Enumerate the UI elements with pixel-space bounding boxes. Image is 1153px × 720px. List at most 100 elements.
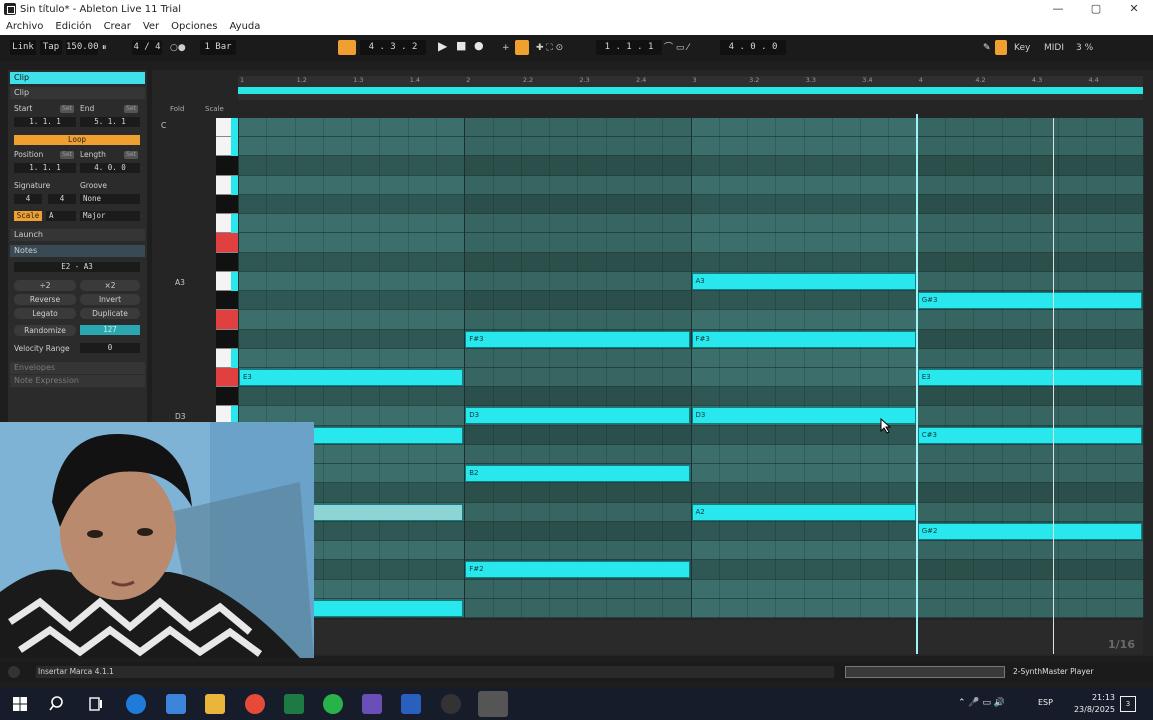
metronome-icon[interactable]: ⏸ bbox=[102, 41, 107, 55]
clip-section-header[interactable]: Clip bbox=[10, 87, 145, 99]
obs-icon[interactable] bbox=[441, 694, 461, 714]
system-clock[interactable]: 21:13 23/8/2025 bbox=[1074, 692, 1115, 716]
randomize-button[interactable]: Randomize bbox=[14, 325, 76, 336]
midi-note[interactable]: F#3 bbox=[465, 330, 690, 348]
metronome-toggle-icon[interactable]: ○● bbox=[170, 41, 186, 55]
menu-ayuda[interactable]: Ayuda bbox=[230, 21, 261, 32]
velocity-range-field[interactable]: 0 bbox=[80, 343, 140, 353]
position-field[interactable]: 1. 1. 1 bbox=[14, 163, 76, 173]
word-icon[interactable] bbox=[401, 694, 421, 714]
midi-note[interactable]: B2 bbox=[465, 465, 690, 483]
piano-key[interactable] bbox=[216, 368, 238, 388]
position-set-button[interactable]: Set bbox=[60, 151, 74, 159]
link-button[interactable]: Link bbox=[10, 40, 36, 55]
arrangement-position-field[interactable]: 4 . 3 . 2 bbox=[360, 40, 426, 55]
follow-button[interactable] bbox=[338, 40, 356, 55]
menu-crear[interactable]: Crear bbox=[104, 21, 131, 32]
stop-icon[interactable]: ■ bbox=[456, 39, 466, 53]
start-field[interactable]: 1. 1. 1 bbox=[14, 117, 76, 127]
double-time-button[interactable]: ×2 bbox=[80, 280, 140, 291]
midi-note[interactable]: D3 bbox=[465, 407, 690, 425]
envelopes-section-header[interactable]: Envelopes bbox=[10, 362, 145, 374]
overdub-icon[interactable]: + bbox=[502, 41, 510, 55]
duplicate-button[interactable]: Duplicate bbox=[80, 308, 140, 319]
midi-note[interactable]: G#3 bbox=[917, 292, 1142, 310]
scale-toggle[interactable]: Scale bbox=[205, 105, 224, 113]
loop-brace[interactable] bbox=[238, 87, 1143, 94]
task-view-icon[interactable] bbox=[86, 694, 106, 714]
menu-opciones[interactable]: Opciones bbox=[171, 21, 217, 32]
launch-section-header[interactable]: Launch bbox=[10, 229, 145, 241]
maximize-button[interactable]: ▢ bbox=[1077, 0, 1115, 18]
legato-button[interactable]: Legato bbox=[14, 308, 76, 319]
scale-root-select[interactable]: A bbox=[46, 211, 76, 221]
loop-start-field[interactable]: 1 . 1 . 1 bbox=[596, 40, 662, 55]
midi-note[interactable]: C#3 bbox=[917, 426, 1142, 444]
piano-key[interactable] bbox=[216, 329, 238, 349]
track-scroll-bar[interactable] bbox=[845, 666, 1005, 678]
whatsapp-icon[interactable] bbox=[323, 694, 343, 714]
signature-denominator[interactable]: 4 bbox=[48, 194, 76, 204]
note-expression-section-header[interactable]: Note Expression bbox=[10, 375, 145, 387]
windows-start-icon[interactable] bbox=[10, 694, 30, 714]
scale-mode-select[interactable]: Major bbox=[80, 211, 140, 221]
length-field[interactable]: 4. 0. 0 bbox=[80, 163, 140, 173]
scale-button[interactable]: Scale bbox=[14, 211, 42, 221]
half-time-button[interactable]: ÷2 bbox=[14, 280, 76, 291]
tap-tempo-button[interactable]: Tap bbox=[40, 40, 62, 55]
selected-track-name[interactable]: 2-SynthMaster Player bbox=[1013, 666, 1123, 678]
search-icon[interactable] bbox=[48, 694, 68, 714]
notification-center-icon[interactable]: 3 bbox=[1120, 696, 1136, 712]
punch-in-icon[interactable]: ⌒ ▭ ⁄ bbox=[664, 41, 689, 55]
start-set-button[interactable]: Set bbox=[60, 105, 74, 113]
input-language[interactable]: ESP bbox=[1038, 698, 1053, 707]
groove-select[interactable]: None bbox=[80, 194, 140, 204]
ableton-live-taskbar-icon[interactable] bbox=[478, 691, 508, 717]
file-explorer-icon[interactable] bbox=[205, 694, 225, 714]
info-toggle-icon[interactable] bbox=[8, 666, 20, 678]
tray-icons[interactable]: ⌃ 🎤 ▭ 🔊 bbox=[958, 698, 1005, 708]
loop-button[interactable]: Loop bbox=[14, 135, 140, 145]
store-icon[interactable] bbox=[166, 694, 186, 714]
fold-button[interactable]: Fold bbox=[170, 105, 184, 113]
signature-numerator[interactable]: 4 bbox=[14, 194, 42, 204]
midi-note[interactable]: G#2 bbox=[917, 522, 1142, 540]
piano-key[interactable] bbox=[216, 252, 238, 272]
velocity-lane[interactable] bbox=[238, 620, 1143, 654]
midi-note[interactable]: A2 bbox=[691, 503, 916, 521]
piano-key[interactable] bbox=[216, 310, 238, 330]
notes-section-header[interactable]: Notes bbox=[10, 245, 145, 257]
tempo-field[interactable]: 150.00 bbox=[66, 40, 99, 55]
end-field[interactable]: 5. 1. 1 bbox=[80, 117, 140, 127]
midi-map-button[interactable]: MIDI bbox=[1044, 41, 1064, 55]
menu-archivo[interactable]: Archivo bbox=[6, 21, 43, 32]
play-icon[interactable]: ▶ bbox=[438, 39, 447, 53]
close-button[interactable]: ✕ bbox=[1115, 0, 1153, 18]
edge-browser-icon[interactable] bbox=[126, 694, 146, 714]
menu-edicion[interactable]: Edición bbox=[55, 21, 91, 32]
excel-icon[interactable] bbox=[284, 694, 304, 714]
midi-note[interactable]: E3 bbox=[917, 369, 1142, 386]
chrome-icon[interactable] bbox=[245, 694, 265, 714]
midi-note[interactable]: E3 bbox=[239, 369, 464, 386]
draw-mode-icon[interactable]: ✎ bbox=[983, 41, 991, 55]
midi-note[interactable]: F#2 bbox=[465, 561, 690, 579]
end-set-button[interactable]: Set bbox=[124, 105, 138, 113]
minimize-button[interactable]: — bbox=[1039, 0, 1077, 18]
key-map-button[interactable]: Key bbox=[1014, 41, 1030, 55]
automation-arm-button[interactable] bbox=[515, 40, 529, 55]
capture-icon[interactable]: ✚ ⛶ ⊙ bbox=[536, 41, 563, 55]
piano-key[interactable] bbox=[216, 233, 238, 253]
time-signature-field[interactable]: 4 / 4 bbox=[132, 40, 162, 55]
piano-key[interactable] bbox=[216, 291, 238, 311]
app-icon[interactable] bbox=[362, 694, 382, 714]
menu-ver[interactable]: Ver bbox=[143, 21, 159, 32]
loop-length-field[interactable]: 4 . 0 . 0 bbox=[720, 40, 786, 55]
note-grid[interactable]: A3 G#3 F#3 F#3 E3 E3 D3 D3 C#3 B2 A2 G#2 F#2 bbox=[238, 118, 1144, 618]
randomize-amount-field[interactable]: 127 bbox=[80, 325, 140, 335]
clip-header[interactable]: Clip bbox=[10, 72, 145, 84]
midi-note[interactable]: F#3 bbox=[691, 330, 916, 348]
length-set-button[interactable]: Set bbox=[124, 151, 138, 159]
quantize-menu[interactable]: 1 Bar bbox=[200, 40, 236, 55]
piano-key[interactable] bbox=[216, 156, 238, 176]
